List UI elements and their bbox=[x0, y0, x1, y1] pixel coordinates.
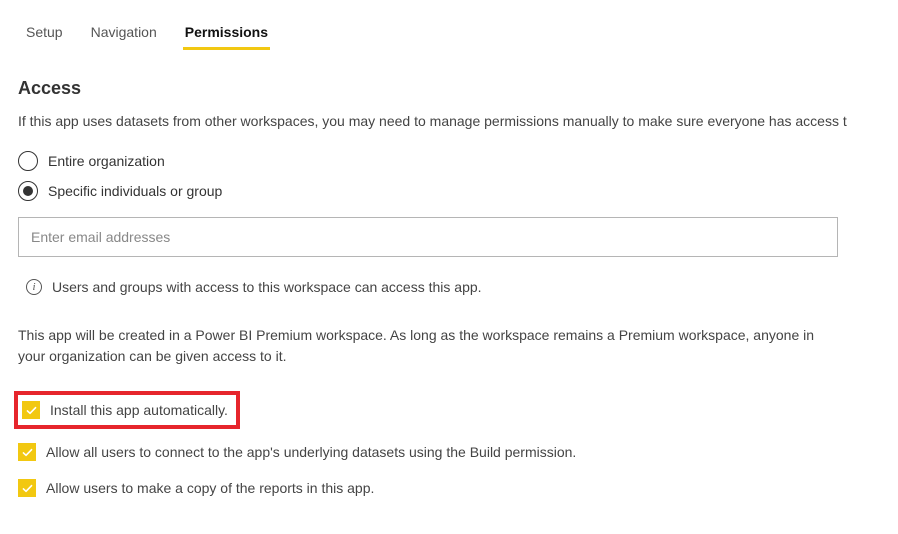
checkbox-allow-connect-datasets[interactable]: Allow all users to connect to the app's … bbox=[18, 443, 880, 461]
tab-bar: Setup Navigation Permissions bbox=[18, 18, 880, 48]
checkbox-label: Allow all users to connect to the app's … bbox=[46, 444, 576, 460]
radio-icon bbox=[18, 151, 38, 171]
checkbox-label: Install this app automatically. bbox=[50, 402, 228, 418]
info-text: Users and groups with access to this wor… bbox=[52, 279, 482, 295]
info-row: i Users and groups with access to this w… bbox=[26, 279, 880, 295]
premium-workspace-note: This app will be created in a Power BI P… bbox=[18, 325, 838, 367]
radio-entire-organization[interactable]: Entire organization bbox=[18, 151, 880, 171]
checkbox-icon bbox=[18, 443, 36, 461]
tab-setup[interactable]: Setup bbox=[26, 18, 63, 48]
radio-label-specific: Specific individuals or group bbox=[48, 183, 222, 199]
highlight-annotation: Install this app automatically. bbox=[14, 391, 240, 429]
radio-label-entire-org: Entire organization bbox=[48, 153, 165, 169]
tab-permissions[interactable]: Permissions bbox=[185, 18, 268, 48]
checkbox-allow-copy-reports[interactable]: Allow users to make a copy of the report… bbox=[18, 479, 880, 497]
checkbox-install-automatically[interactable]: Install this app automatically. bbox=[22, 401, 228, 419]
access-description: If this app uses datasets from other wor… bbox=[18, 113, 880, 129]
radio-icon bbox=[18, 181, 38, 201]
checkbox-label: Allow users to make a copy of the report… bbox=[46, 480, 374, 496]
checkbox-icon bbox=[18, 479, 36, 497]
tab-navigation[interactable]: Navigation bbox=[91, 18, 157, 48]
radio-specific-individuals[interactable]: Specific individuals or group bbox=[18, 181, 880, 201]
access-heading: Access bbox=[18, 78, 880, 99]
info-icon: i bbox=[26, 279, 42, 295]
email-addresses-input[interactable] bbox=[18, 217, 838, 257]
checkbox-icon bbox=[22, 401, 40, 419]
